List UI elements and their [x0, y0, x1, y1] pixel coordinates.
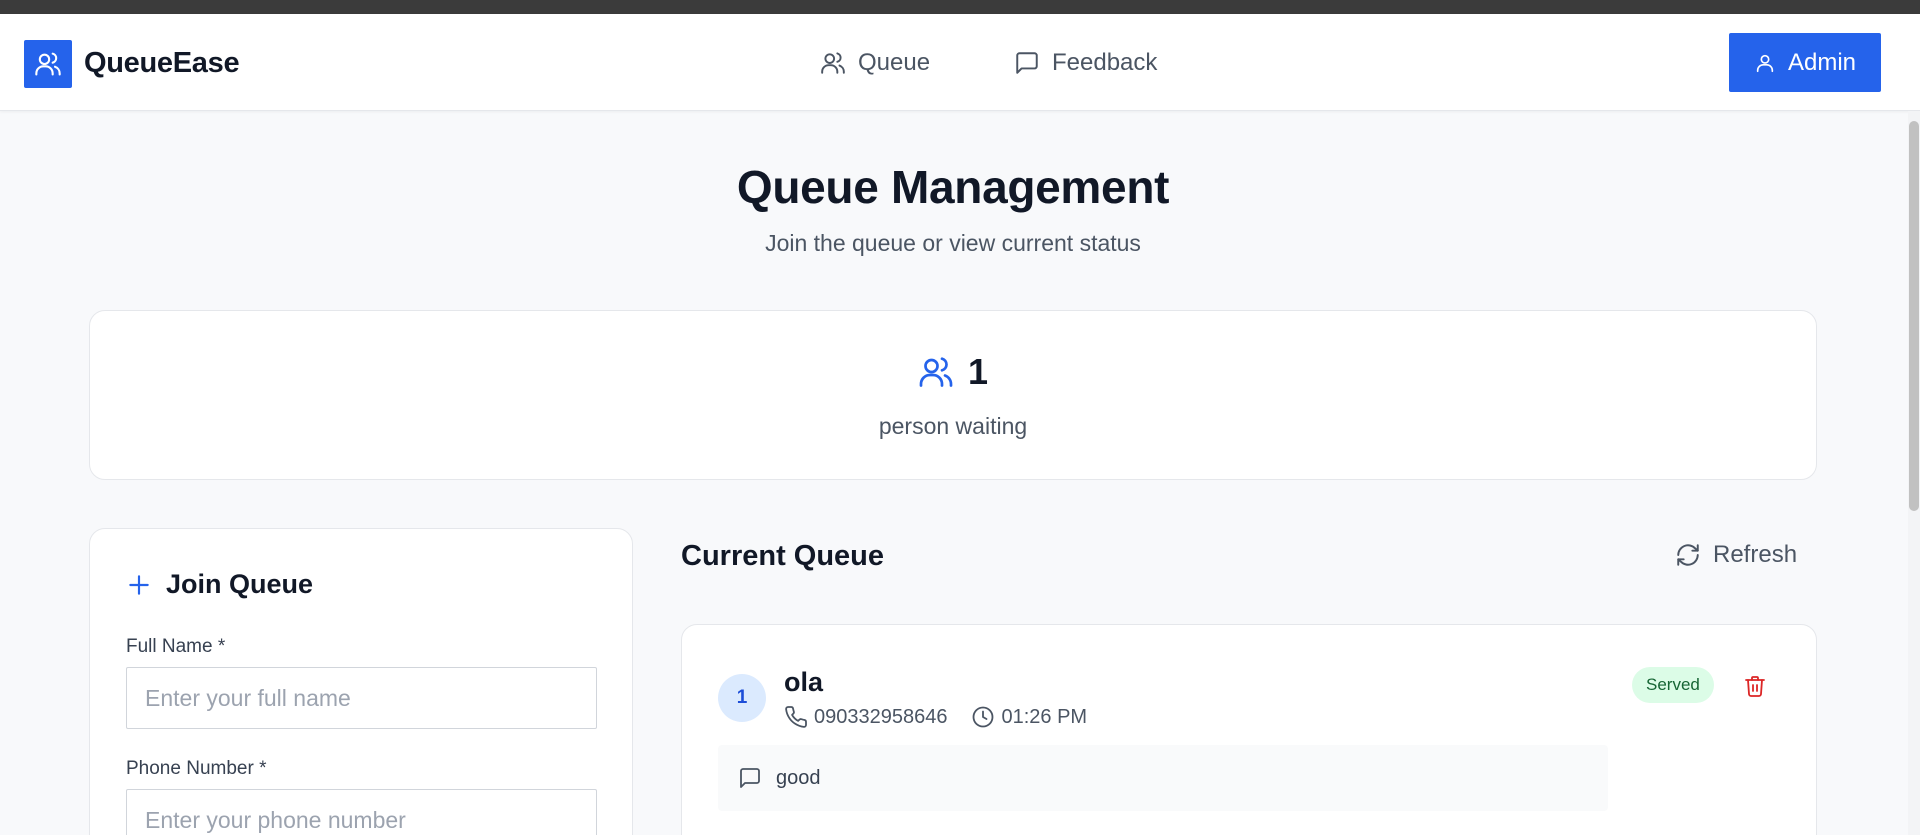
admin-button-label: Admin: [1787, 48, 1857, 76]
refresh-icon: [1677, 544, 1699, 566]
queue-entry-meta: 090332958646 01:26 PM: [784, 705, 1105, 729]
message-square-icon: [740, 768, 760, 788]
message-square-icon: [1016, 52, 1038, 74]
trash-icon: [1745, 676, 1765, 697]
current-queue-title: Current Queue: [681, 540, 885, 572]
plus-icon: [129, 574, 149, 595]
status-badge: Served: [1632, 667, 1714, 703]
page-title: Queue Management: [736, 161, 1170, 213]
time-value: 01:26 PM: [1001, 705, 1088, 728]
nav-link-label: Queue: [858, 49, 931, 76]
refresh-button[interactable]: Refresh: [1675, 541, 1797, 569]
phone-label: Phone Number *: [126, 758, 267, 779]
nav-link-label: Feedback: [1052, 49, 1158, 76]
queue-position-badge: 1: [718, 674, 766, 722]
feedback-text: good: [776, 766, 821, 789]
logo[interactable]: [24, 40, 72, 88]
clock-icon: [973, 706, 994, 728]
scrollbar-thumb[interactable]: [1909, 121, 1919, 511]
nav-link-queue[interactable]: Queue: [820, 49, 930, 77]
queue-entry-phone: 090332958646: [784, 705, 947, 729]
phone-icon: [785, 706, 807, 728]
full-name-input[interactable]: [126, 667, 597, 729]
queue-entry-card: 1 ola 090332958646 01:26 PM Served good: [681, 624, 1817, 835]
browser-top-bar: [0, 0, 1920, 14]
join-queue-heading: Join Queue: [126, 569, 313, 600]
user-icon: [1756, 54, 1774, 72]
stats-row: 1: [90, 351, 1816, 393]
waiting-count: 1: [967, 351, 989, 392]
brand-name[interactable]: QueueEase: [84, 47, 240, 80]
queue-entry-feedback: good: [718, 745, 1608, 811]
queue-entry-time: 01:26 PM: [971, 705, 1087, 729]
users-icon: [35, 52, 61, 76]
waiting-stats-card: 1 person waiting: [89, 310, 1817, 480]
delete-entry-button[interactable]: [1740, 671, 1770, 701]
phone-value: 090332958646: [814, 705, 948, 728]
waiting-label: person waiting: [878, 413, 1028, 439]
nav-link-feedback[interactable]: Feedback: [1014, 49, 1157, 77]
users-icon: [919, 357, 953, 387]
page-subtitle: Join the queue or view current status: [765, 230, 1141, 256]
full-name-label: Full Name *: [126, 636, 226, 657]
join-queue-card: Join Queue Full Name * Phone Number *: [89, 528, 633, 835]
users-icon: [821, 52, 845, 74]
admin-button[interactable]: Admin: [1729, 33, 1881, 92]
join-queue-title: Join Queue: [166, 569, 314, 599]
queue-entry-name: ola: [784, 667, 824, 697]
navbar: QueueEase Queue Feedback Admin: [0, 14, 1920, 111]
refresh-label: Refresh: [1713, 541, 1798, 568]
phone-input[interactable]: [126, 789, 597, 835]
